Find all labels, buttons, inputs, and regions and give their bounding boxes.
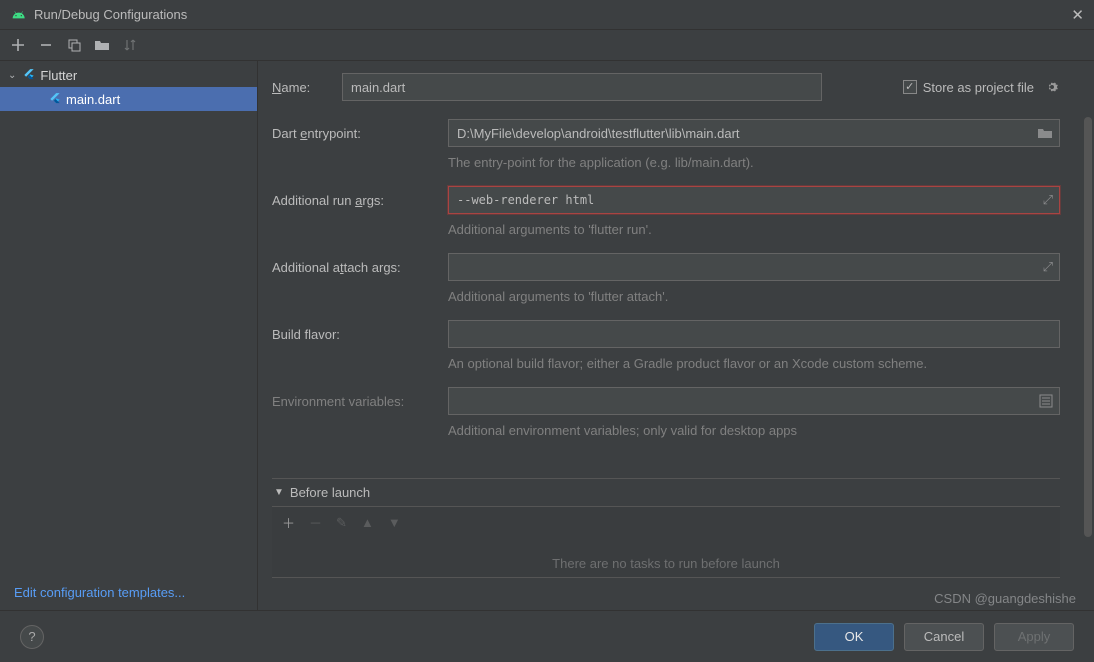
folder-icon[interactable] — [94, 37, 110, 53]
before-launch-toolbar: ＋ － ✎ ▲ ▼ — [272, 506, 1060, 538]
remove-icon[interactable] — [38, 37, 54, 53]
entrypoint-hint: The entry-point for the application (e.g… — [448, 155, 1060, 170]
entrypoint-label: Dart entrypoint: — [272, 126, 448, 141]
bl-edit-icon: ✎ — [336, 515, 347, 531]
expand-icon[interactable]: ⤢ — [1043, 192, 1053, 208]
cancel-button[interactable]: Cancel — [904, 623, 984, 651]
name-input[interactable]: main.dart — [342, 73, 822, 101]
name-label: N — [272, 80, 281, 95]
help-button[interactable]: ? — [20, 625, 44, 649]
scrollbar-thumb[interactable] — [1084, 117, 1092, 537]
close-icon[interactable]: ✕ — [1071, 6, 1084, 24]
attachargs-input[interactable]: ⤢ — [448, 253, 1060, 281]
ok-button[interactable]: OK — [814, 623, 894, 651]
android-app-icon — [10, 7, 26, 23]
flavor-hint: An optional build flavor; either a Gradl… — [448, 356, 1060, 371]
flutter-icon — [48, 92, 62, 106]
flutter-icon — [22, 68, 36, 82]
watermark: CSDN @guangdeshishe — [934, 591, 1076, 606]
window-title: Run/Debug Configurations — [34, 7, 1071, 22]
store-label[interactable]: Store as project file — [923, 80, 1034, 95]
runargs-input[interactable]: --web-renderer html ⤢ — [448, 186, 1060, 214]
attachargs-hint: Additional arguments to 'flutter attach'… — [448, 289, 1060, 304]
flavor-input[interactable] — [448, 320, 1060, 348]
tree-root-flutter[interactable]: ⌄ Flutter — [0, 63, 257, 87]
chevron-down-icon: ▼ — [274, 487, 284, 498]
edit-templates-link[interactable]: Edit configuration templates... — [0, 575, 257, 610]
attachargs-label: Additional attach args: — [272, 260, 448, 275]
bl-add-icon[interactable]: ＋ — [282, 513, 295, 532]
flavor-label: Build flavor: — [272, 327, 448, 342]
chevron-down-icon: ⌄ — [8, 70, 16, 81]
store-checkbox[interactable] — [903, 80, 917, 94]
bl-down-icon: ▼ — [388, 515, 401, 530]
config-toolbar — [0, 30, 1094, 60]
bl-remove-icon: － — [309, 513, 322, 532]
name-value: main.dart — [351, 80, 405, 95]
browse-folder-icon[interactable] — [1037, 126, 1053, 140]
tree-root-label: Flutter — [40, 68, 77, 83]
bl-up-icon: ▲ — [361, 515, 374, 530]
add-icon[interactable] — [10, 37, 26, 53]
env-input[interactable] — [448, 387, 1060, 415]
copy-icon[interactable] — [66, 37, 82, 53]
expand-icon[interactable]: ⤢ — [1043, 259, 1053, 275]
tree-item-label: main.dart — [66, 92, 120, 107]
sort-icon[interactable] — [122, 37, 138, 53]
runargs-hint: Additional arguments to 'flutter run'. — [448, 222, 1060, 237]
entrypoint-input[interactable]: D:\MyFile\develop\android\testflutter\li… — [448, 119, 1060, 147]
gear-icon[interactable] — [1044, 79, 1060, 95]
list-icon[interactable] — [1039, 394, 1053, 408]
tree-item-main-dart[interactable]: main.dart — [0, 87, 257, 111]
runargs-value: --web-renderer html — [457, 193, 594, 207]
entrypoint-value: D:\MyFile\develop\android\testflutter\li… — [457, 126, 740, 141]
before-launch-header[interactable]: ▼ Before launch — [272, 479, 1060, 506]
runargs-label: Additional run args: — [272, 193, 448, 208]
before-launch-empty: There are no tasks to run before launch — [272, 538, 1060, 577]
apply-button[interactable]: Apply — [994, 623, 1074, 651]
env-label: Environment variables: — [272, 394, 448, 409]
env-hint: Additional environment variables; only v… — [448, 423, 1060, 438]
